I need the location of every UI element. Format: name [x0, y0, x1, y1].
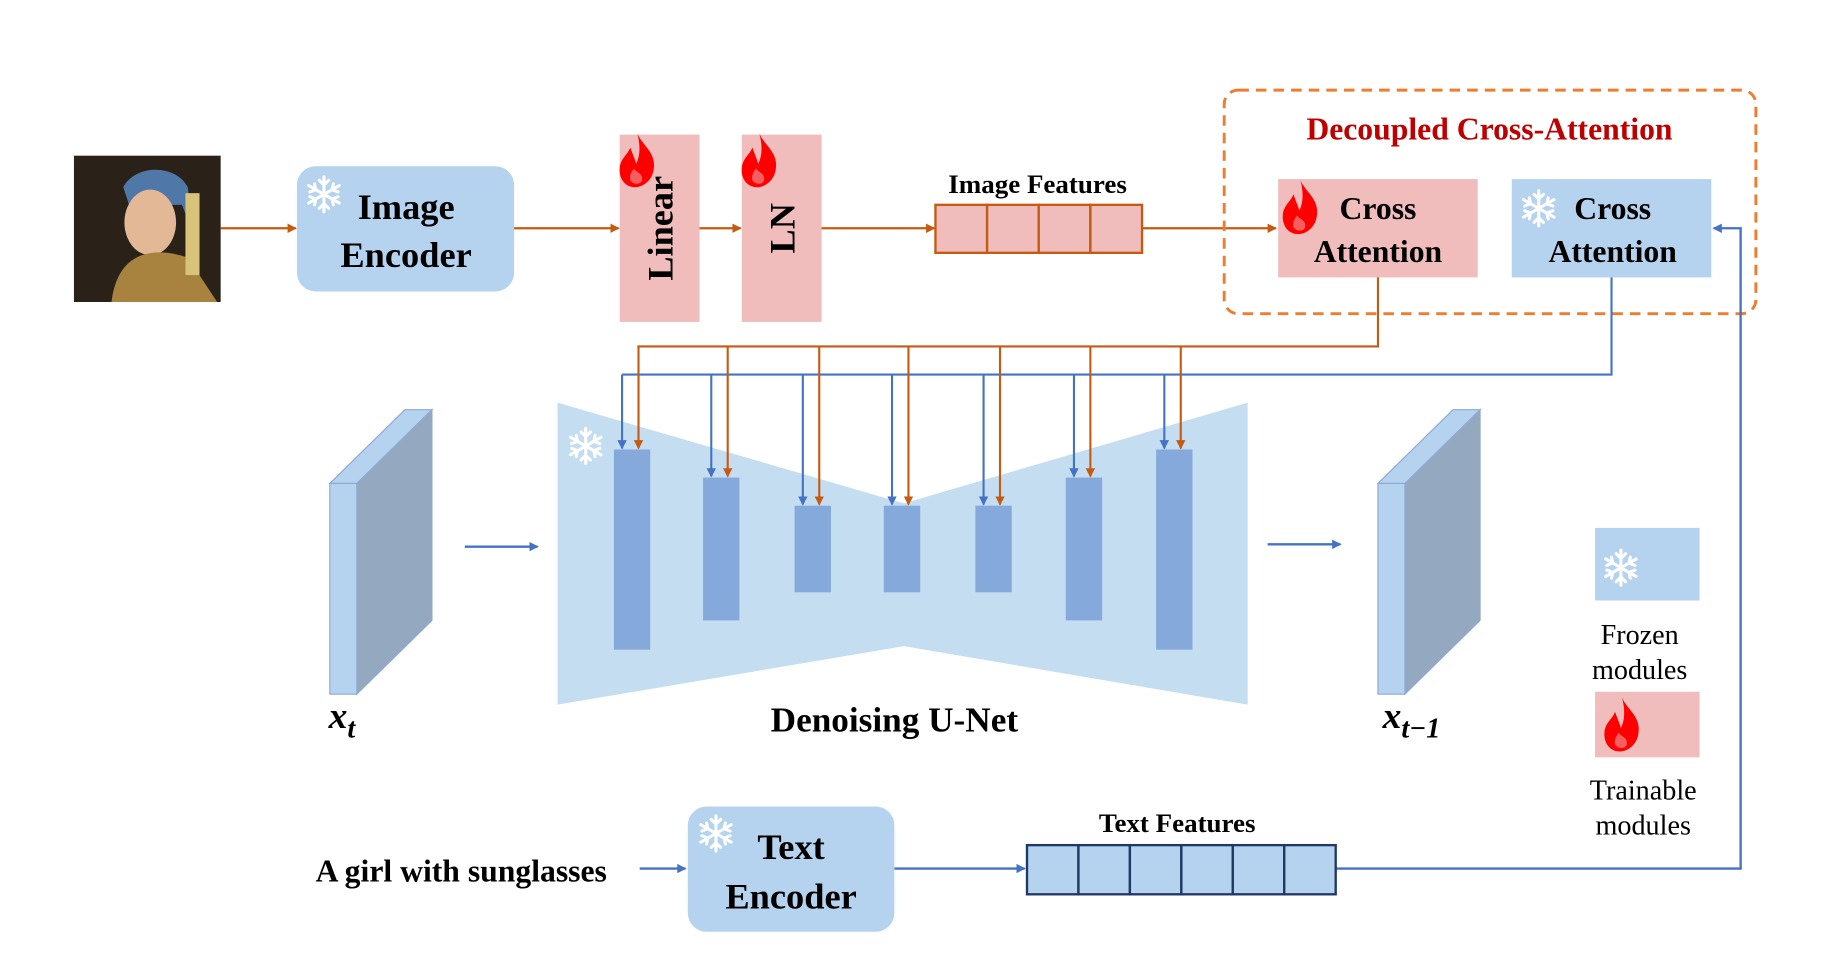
- feature-cell: [1231, 843, 1286, 896]
- text-encoder-box: Text Encoder: [687, 806, 895, 932]
- linear-label: Linear: [640, 176, 680, 281]
- svg-text:xt: xt: [328, 696, 357, 744]
- unet-block: [703, 477, 740, 621]
- xt-base: x: [328, 696, 348, 737]
- denoising-unet: Denoising U-Net: [557, 402, 1248, 740]
- feature-cell: [1089, 203, 1144, 255]
- legend-trainable-label-2: modules: [1595, 811, 1690, 842]
- frozen-cross-attention-box: Cross Attention: [1511, 179, 1712, 278]
- feature-cell: [934, 203, 989, 255]
- feature-cell: [1283, 843, 1337, 896]
- decoupled-title: Decoupled Cross-Attention: [1306, 111, 1673, 146]
- image-encoder-box: Image Encoder: [296, 166, 515, 292]
- svg-text:xt−1: xt−1: [1382, 696, 1441, 744]
- feature-cell: [1128, 843, 1183, 896]
- latent-xt-minus-1: xt−1: [1376, 408, 1482, 744]
- latent-xt: xt: [328, 408, 434, 744]
- input-portrait-image: [73, 155, 221, 303]
- feature-cell: [1025, 843, 1080, 896]
- legend-frozen-label-2: modules: [1592, 655, 1687, 686]
- image-encoder-label-2: Encoder: [340, 235, 471, 275]
- unet-block: [883, 505, 921, 593]
- unet-label: Denoising U-Net: [771, 701, 1019, 740]
- xt-sub: t: [347, 713, 356, 744]
- legend-trainable-label-1: Trainable: [1590, 776, 1697, 807]
- ip-adapter-diagram: Image Encoder Linear LN Image Features D…: [73, 88, 1758, 932]
- image-features-label: Image Features: [948, 169, 1127, 199]
- text-prompt: A girl with sunglasses: [316, 853, 607, 888]
- xt1-sub: t−1: [1401, 713, 1440, 744]
- ln-label: LN: [763, 203, 803, 253]
- xt1-base: x: [1382, 696, 1402, 737]
- cross-attention-label-1: Cross: [1574, 191, 1651, 226]
- unet-block: [794, 505, 831, 593]
- legend: Frozen modules Trainable modules: [1590, 527, 1700, 842]
- trainable-cross-attention-box: Cross Attention: [1278, 179, 1478, 278]
- text-encoder-label-2: Encoder: [725, 876, 856, 916]
- cross-attention-label-1: Cross: [1340, 191, 1417, 226]
- legend-frozen-label-1: Frozen: [1601, 620, 1679, 651]
- unet-block: [1065, 477, 1103, 621]
- feature-cell: [1077, 843, 1132, 896]
- unet-block: [975, 505, 1012, 593]
- text-encoder-label-1: Text: [757, 827, 824, 867]
- decoupled-cross-attention-group: Decoupled Cross-Attention Cross Attentio…: [1222, 88, 1758, 316]
- linear-layer-box: Linear: [619, 133, 700, 322]
- cross-attention-label-2: Attention: [1548, 234, 1677, 269]
- cross-attention-label-2: Attention: [1314, 234, 1443, 269]
- text-features: Text Features: [1025, 808, 1337, 896]
- unet-block: [1156, 449, 1193, 650]
- feature-cell: [1180, 843, 1234, 896]
- image-encoder-label-1: Image: [358, 187, 455, 227]
- feature-cell: [985, 203, 1040, 255]
- layernorm-box: LN: [741, 133, 822, 322]
- feature-cell: [1037, 203, 1092, 255]
- unet-block: [613, 449, 651, 650]
- image-features: Image Features: [934, 169, 1144, 255]
- text-features-label: Text Features: [1099, 808, 1256, 838]
